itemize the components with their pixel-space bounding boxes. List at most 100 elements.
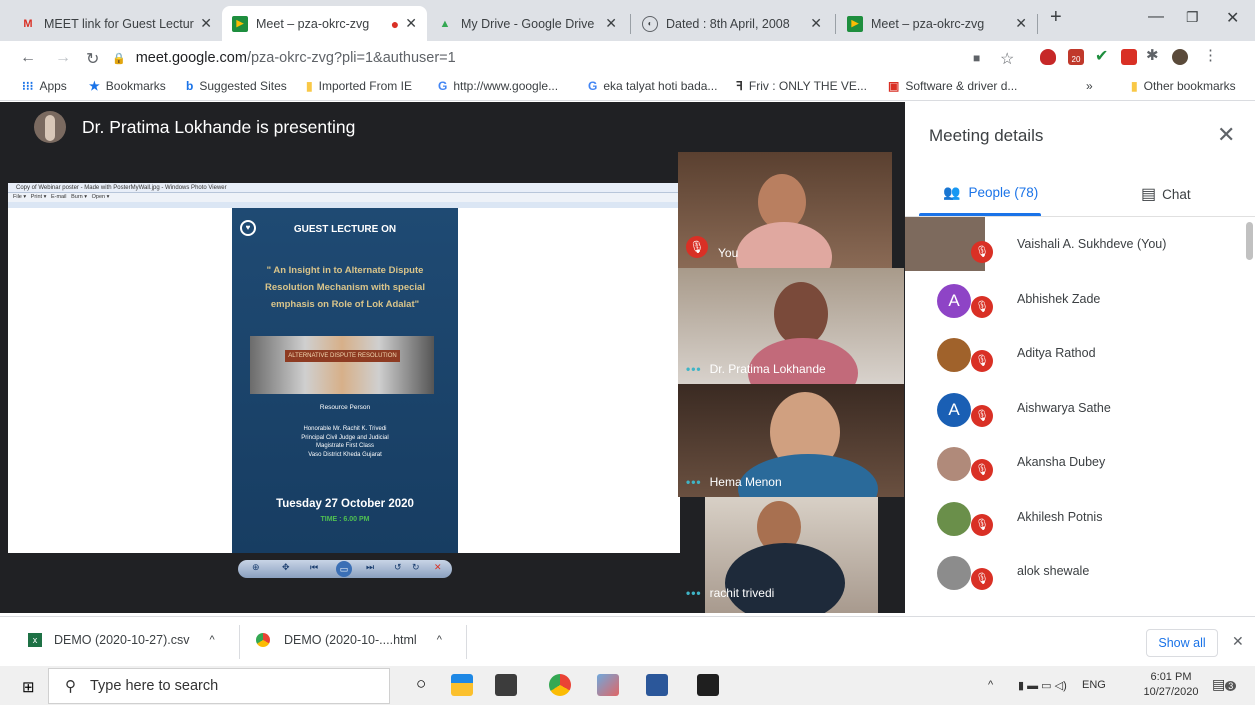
participant-row[interactable]: 🎙 alok shewale xyxy=(905,544,1245,598)
close-panel-icon[interactable]: ✕ xyxy=(1217,122,1235,148)
mic-off-icon: 🎙 xyxy=(971,459,993,481)
browser-toolbar: ← → ↻ 🔒 meet.google.com/pza-okrc-zvg?pli… xyxy=(0,41,1255,75)
participant-name: Akhilesh Potnis xyxy=(1017,509,1103,524)
tab-meet-pza-okrc-zvg-2[interactable]: ▶ Meet – pza-okrc-zvg ✕ xyxy=(837,6,1037,41)
other-bookmarks[interactable]: ▮ Other bookmarks xyxy=(1131,79,1236,93)
address-bar[interactable]: 🔒 meet.google.com/pza-okrc-zvg?pli=1&aut… xyxy=(112,45,942,71)
tile-label: ••• rachit trivedi xyxy=(686,586,774,600)
video-tile-dr-pratima-lokhande[interactable]: ••• Dr. Pratima Lokhande xyxy=(678,268,904,384)
video-tile-you[interactable]: 🎙 You xyxy=(678,152,892,268)
bookmark-bookmarks[interactable]: ★ Bookmarks xyxy=(89,79,166,93)
forward-arrow-icon[interactable]: → xyxy=(55,49,71,67)
paint-icon[interactable] xyxy=(597,674,619,696)
participant-avatar: A xyxy=(937,392,971,427)
check-icon[interactable]: ✔ xyxy=(1095,46,1111,65)
kebab-menu-icon[interactable]: ⋮ xyxy=(1203,46,1219,64)
bookmark-label: Friv : ONLY THE VE... xyxy=(748,79,867,93)
close-tab-icon[interactable]: ✕ xyxy=(1015,15,1027,32)
bookmark-star-icon[interactable]: ☆ xyxy=(1000,49,1014,69)
tile-name: Dr. Pratima Lokhande xyxy=(709,362,826,376)
participant-row[interactable]: 🎙 Vaishali A. Sukhdeve (You) xyxy=(905,217,1245,271)
bookmark-eka-talyat[interactable]: Geka talyat hoti bada... xyxy=(588,79,717,93)
slideshow-icon[interactable]: ▭ xyxy=(336,561,352,577)
tray-icons[interactable]: ▮ ▬ ▭ ◁) xyxy=(1018,679,1067,692)
close-tab-icon[interactable]: ✕ xyxy=(605,15,617,32)
tab-meet-link-guest-lecture[interactable]: M MEET link for Guest Lecture ✕ xyxy=(10,6,222,41)
tab-people[interactable]: 👥 People (78) xyxy=(943,184,1038,201)
language-indicator[interactable]: ENG xyxy=(1082,679,1106,691)
rotate-right-icon[interactable]: ↻ xyxy=(412,562,420,573)
downloads-bar: x DEMO (2020-10-27).csv ^ DEMO (2020-10-… xyxy=(0,616,1255,666)
bookmark-extension-icon[interactable] xyxy=(1121,49,1137,65)
task-view-icon[interactable] xyxy=(451,674,473,696)
participant-row[interactable]: 🎙 Akhilesh Potnis xyxy=(905,490,1245,544)
clock[interactable]: 6:01 PM 10/27/2020 xyxy=(1140,670,1202,700)
clock-date: 10/27/2020 xyxy=(1143,686,1199,698)
bookmark-google[interactable]: Ghttp://www.google... xyxy=(438,79,558,93)
puzzle-icon[interactable]: ✱ xyxy=(1146,46,1162,64)
cortana-icon[interactable]: ○ xyxy=(416,674,426,694)
windows-start-icon[interactable]: ⊞ xyxy=(22,678,35,696)
restore-button[interactable]: ❐ xyxy=(1186,9,1199,26)
participant-row[interactable]: 🎙 Aditya Rathod xyxy=(905,326,1245,380)
profile-avatar[interactable] xyxy=(1172,49,1188,65)
acrobat-icon[interactable] xyxy=(697,674,719,696)
ublock-icon[interactable] xyxy=(1040,49,1056,65)
poster-topic: " An Insight in to Alternate Dispute Res… xyxy=(265,265,425,310)
fit-icon[interactable]: ✥ xyxy=(282,562,290,573)
tile-name: rachit trivedi xyxy=(709,586,775,600)
tab-chat[interactable]: ▤ Chat xyxy=(1141,184,1191,204)
previous-icon[interactable]: ⏮ xyxy=(310,562,318,573)
zoom-icon[interactable]: ⊕ xyxy=(252,562,260,573)
back-arrow-icon[interactable]: ← xyxy=(20,49,36,67)
camera-icon[interactable]: ■ xyxy=(973,51,980,65)
viewer-toolbar[interactable]: ⊕ ✥ ⏮ ▭ ⏭ ↺ ↻ ✕ xyxy=(238,560,452,578)
store-icon[interactable] xyxy=(495,674,517,696)
window-close-button[interactable]: ✕ xyxy=(1226,8,1239,28)
next-icon[interactable]: ⏭ xyxy=(366,562,374,573)
tab-my-drive[interactable]: ▲ My Drive - Google Drive ✕ xyxy=(427,6,627,41)
participant-row[interactable]: 🎙 Akansha Dubey xyxy=(905,435,1245,489)
participant-row[interactable]: A 🎙 Aishwarya Sathe xyxy=(905,381,1245,435)
bookmark-imported-from-ie[interactable]: ▮ Imported From IE xyxy=(306,79,412,93)
close-tab-icon[interactable]: ✕ xyxy=(405,15,417,32)
friv-icon: ꟻ xyxy=(736,79,743,93)
new-tab-button[interactable]: + xyxy=(1050,6,1062,29)
bookmark-label: Imported From IE xyxy=(318,79,412,93)
tray-chevron-icon[interactable]: ^ xyxy=(988,679,993,691)
url-path: /pza-okrc-zvg?pli=1&authuser=1 xyxy=(246,50,456,66)
bookmark-apps[interactable]: ⁝⁝⁝ Apps xyxy=(22,79,67,93)
close-downloads-icon[interactable]: ✕ xyxy=(1232,633,1244,650)
rotate-left-icon[interactable]: ↺ xyxy=(394,562,402,573)
chrome-taskbar-icon[interactable] xyxy=(549,674,571,696)
video-tile-hema-menon[interactable]: ••• Hema Menon xyxy=(678,384,904,497)
bookmarks-overflow-button[interactable]: » xyxy=(1086,79,1093,93)
taskbar-search[interactable]: ⚲ Type here to search xyxy=(48,668,390,704)
bookmark-suggested-sites[interactable]: b Suggested Sites xyxy=(186,79,287,93)
tab-chat-label: Chat xyxy=(1162,186,1191,202)
participant-avatar: A xyxy=(937,283,971,318)
reload-icon[interactable]: ↻ xyxy=(86,49,99,69)
participant-name: Vaishali A. Sukhdeve (You) xyxy=(1017,237,1167,251)
chevron-up-icon[interactable]: ^ xyxy=(437,634,442,646)
extension-badge-icon[interactable]: 20 xyxy=(1068,49,1084,65)
download-item-csv[interactable]: x DEMO (2020-10-27).csv ^ xyxy=(28,633,215,647)
close-tab-icon[interactable]: ✕ xyxy=(810,15,822,32)
bookmark-friv[interactable]: ꟻ Friv : ONLY THE VE... xyxy=(736,79,867,93)
chevron-up-icon[interactable]: ^ xyxy=(209,634,214,646)
excel-icon: x xyxy=(28,633,42,647)
participant-row[interactable]: A 🎙 Abhishek Zade xyxy=(905,272,1245,326)
tab-meet-pza-okrc-zvg[interactable]: ▶ Meet – pza-okrc-zvg ● ✕ xyxy=(222,6,427,41)
show-all-button[interactable]: Show all xyxy=(1146,629,1218,657)
notification-icon[interactable]: ▤ 3 xyxy=(1212,676,1237,693)
tab-dated-8th-april[interactable]: ◐ Dated : 8th April, 2008 ✕ xyxy=(632,6,832,41)
tab-title: Meet – pza-okrc-zvg xyxy=(256,16,370,31)
bookmark-software-driver[interactable]: ▣ Software & driver d... xyxy=(888,79,1017,93)
delete-icon[interactable]: ✕ xyxy=(434,562,442,573)
close-tab-icon[interactable]: ✕ xyxy=(200,15,212,32)
download-item-html[interactable]: DEMO (2020-10-....html ^ xyxy=(256,633,442,647)
word-icon[interactable] xyxy=(646,674,668,696)
people-scrollbar[interactable] xyxy=(1246,222,1253,260)
mic-off-icon: 🎙 xyxy=(971,295,993,318)
minimize-button[interactable]: — xyxy=(1148,8,1164,26)
